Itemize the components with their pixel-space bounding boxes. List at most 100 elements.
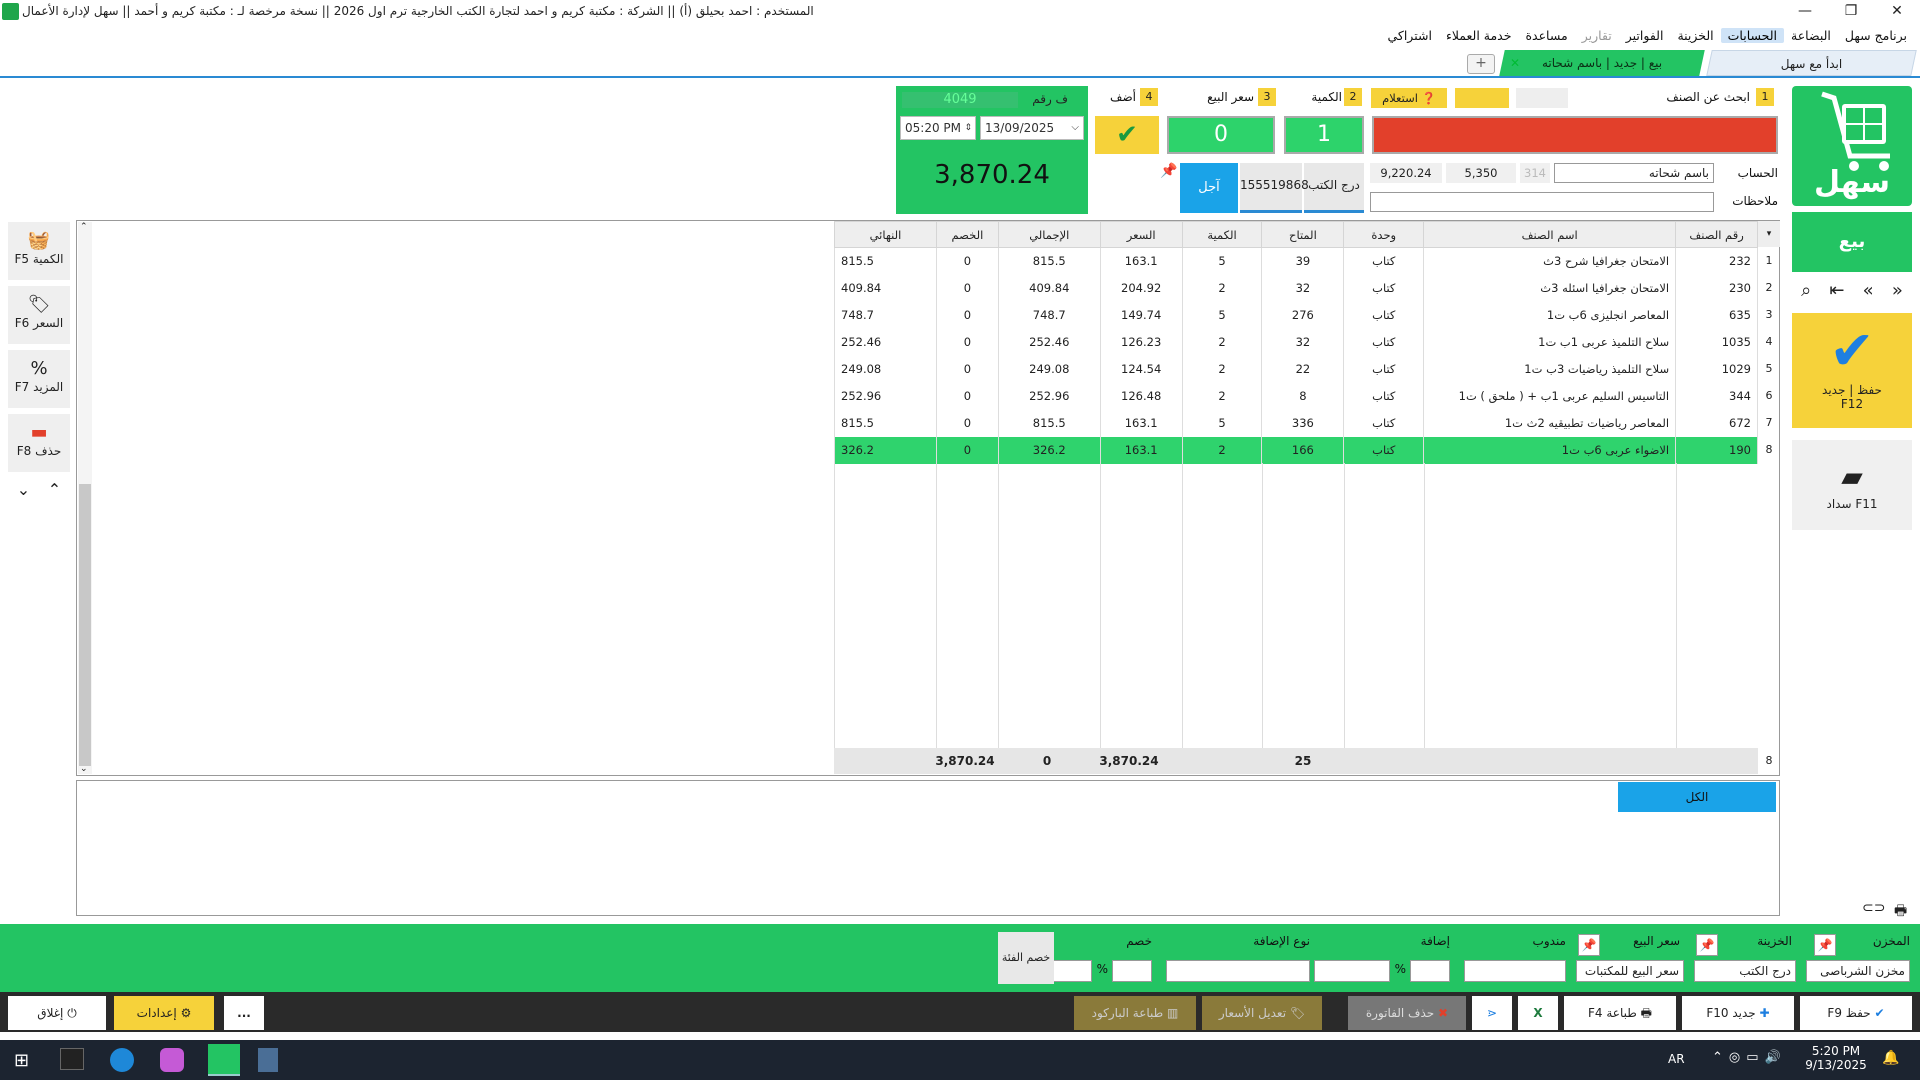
sale-price-select[interactable]: سعر البيع للمكتبات [1576, 960, 1684, 982]
edge-icon[interactable] [110, 1048, 134, 1072]
account-input[interactable]: باسم شحاته [1554, 163, 1714, 183]
cell-item-no[interactable]: 344 [1675, 382, 1758, 410]
cell-qty[interactable]: 2 [1181, 355, 1263, 383]
addition-input[interactable] [1410, 960, 1450, 982]
cell-available[interactable]: 39 [1261, 247, 1345, 275]
cell-total[interactable]: 815.5 [997, 409, 1101, 437]
cell-available[interactable]: 32 [1261, 328, 1345, 356]
menu-sahl[interactable]: برنامج سهل [1838, 28, 1914, 43]
table-row[interactable]: 344 التاسيس السليم عربى 1ب + ( ملحق ) ت1 ك… [834, 382, 1758, 410]
cell-discount[interactable]: 0 [935, 382, 999, 410]
menu-treasury[interactable]: الخزينة [1670, 28, 1720, 43]
cell-item-name[interactable]: الامتحان جغرافيا شرح 3ث [1423, 247, 1677, 275]
time-input[interactable]: 05:20 PM ⇕ [900, 116, 976, 140]
minimize-icon[interactable]: — [1782, 0, 1828, 24]
menu-goods[interactable]: البضاعة [1784, 28, 1838, 43]
add-item-button[interactable]: ✔ [1095, 116, 1159, 154]
pin-icon[interactable]: 📌 [1160, 163, 1177, 179]
next-record-icon[interactable]: » [1892, 280, 1903, 306]
cell-price[interactable]: 126.48 [1099, 382, 1183, 410]
cell-final[interactable]: 252.46 [834, 328, 937, 356]
cell-item-name[interactable]: سلاح التلميذ عربى 1ب ت1 [1423, 328, 1677, 356]
cell-discount[interactable]: 0 [935, 247, 999, 275]
addition-value-input[interactable] [1314, 960, 1390, 982]
col-price[interactable]: السعر [1099, 221, 1183, 248]
menu-subscription[interactable]: اشتراكي [1380, 28, 1438, 43]
language-indicator[interactable]: AR [1668, 1052, 1685, 1066]
drawer-button[interactable]: درج الكتب [1304, 163, 1364, 213]
col-item-name[interactable]: اسم الصنف [1423, 221, 1677, 248]
discount-input[interactable] [1112, 960, 1152, 982]
cell-unit[interactable]: كتاب [1343, 301, 1425, 329]
cell-qty[interactable]: 5 [1181, 409, 1263, 437]
cell-unit[interactable]: كتاب [1343, 274, 1425, 302]
payment-button[interactable]: ▰ سداد F11 [1792, 440, 1912, 530]
scroll-down-icon[interactable]: ⌄ [80, 764, 88, 774]
cell-item-no[interactable]: 672 [1675, 409, 1758, 437]
windows-start-icon[interactable]: ⊞ [14, 1050, 29, 1071]
inquiry-button[interactable]: ❓ استعلام [1371, 88, 1447, 108]
share-icon[interactable]: ⋖ [1472, 996, 1512, 1030]
pin-icon[interactable]: 📌 [1814, 934, 1836, 956]
cell-total[interactable]: 748.7 [997, 301, 1101, 329]
cell-total[interactable]: 252.46 [997, 328, 1101, 356]
cell-unit[interactable]: كتاب [1343, 436, 1425, 464]
cell-total[interactable]: 409.84 [997, 274, 1101, 302]
col-discount[interactable]: الخصم [935, 221, 999, 248]
cell-qty[interactable]: 2 [1181, 382, 1263, 410]
group-discount-button[interactable]: خصم الفئة [998, 932, 1054, 984]
cell-qty[interactable]: 5 [1181, 301, 1263, 329]
tool-quantity[interactable]: 🧺 الكمية F5 [8, 222, 70, 280]
cell-price[interactable]: 124.54 [1099, 355, 1183, 383]
cell-item-name[interactable]: سلاح التلميذ رياضيات 3ب ت1 [1423, 355, 1677, 383]
cell-final[interactable]: 249.08 [834, 355, 937, 383]
delete-invoice-button[interactable]: ✖ حذف الفاتورة [1348, 996, 1466, 1030]
cell-unit[interactable]: كتاب [1343, 409, 1425, 437]
cell-item-no[interactable]: 190 [1675, 436, 1758, 464]
cell-final[interactable]: 815.5 [834, 247, 937, 275]
cell-available[interactable]: 336 [1261, 409, 1345, 437]
cell-price[interactable]: 204.92 [1099, 274, 1183, 302]
search-mode-strip[interactable] [1455, 88, 1509, 108]
col-total[interactable]: الإجمالي [997, 221, 1101, 248]
cell-price[interactable]: 149.74 [1099, 301, 1183, 329]
code-button[interactable]: 155519868 [1240, 163, 1309, 213]
col-item-no[interactable]: رقم الصنف [1675, 221, 1758, 248]
cell-final[interactable]: 748.7 [834, 301, 937, 329]
table-row[interactable]: 635 المعاصر انجليزى 6ب ت1 كتاب 276 5 149.74 74… [834, 301, 1758, 329]
store-select[interactable]: مخزن الشرباصى [1806, 960, 1910, 982]
cell-unit[interactable]: كتاب [1343, 247, 1425, 275]
notification-icon[interactable]: 🔔 [1882, 1050, 1899, 1066]
cell-discount[interactable]: 0 [935, 301, 999, 329]
pin-icon[interactable]: 📌 [1696, 934, 1718, 956]
col-available[interactable]: المتاح [1261, 221, 1345, 248]
cell-available[interactable]: 166 [1261, 436, 1345, 464]
cell-discount[interactable]: 0 [935, 274, 999, 302]
scrollbar-thumb[interactable] [79, 484, 91, 766]
restore-icon[interactable]: ❐ [1828, 0, 1874, 24]
cell-final[interactable]: 815.5 [834, 409, 937, 437]
cell-discount[interactable]: 0 [935, 355, 999, 383]
search-icon[interactable]: ⌕ [1801, 280, 1811, 306]
print-barcode-button[interactable]: ▥ طباعة الباركود [1074, 996, 1196, 1030]
cell-item-name[interactable]: التاسيس السليم عربى 1ب + ( ملحق ) ت1 [1423, 382, 1677, 410]
previous-record-icon[interactable]: « [1863, 280, 1874, 306]
table-row[interactable]: 190 الاضواء عربى 6ب ت1 كتاب 166 2 163.1 326.2 0… [834, 436, 1758, 464]
cell-price[interactable]: 126.23 [1099, 328, 1183, 356]
cell-unit[interactable]: كتاب [1343, 382, 1425, 410]
scroll-up-icon[interactable]: ⌃ [80, 222, 88, 232]
grid-scrollbar[interactable]: ⌃ ⌄ [78, 222, 92, 774]
cell-item-name[interactable]: الاضواء عربى 6ب ت1 [1423, 436, 1677, 464]
cell-price[interactable]: 163.1 [1099, 409, 1183, 437]
quantity-input[interactable]: 1 [1284, 116, 1364, 154]
cell-total[interactable]: 815.5 [997, 247, 1101, 275]
new-button[interactable]: ✚ جديد F10 [1682, 996, 1794, 1030]
cell-item-name[interactable]: المعاصر رياضيات تطبيقيه 2ث ت1 [1423, 409, 1677, 437]
cell-discount[interactable]: 0 [935, 436, 999, 464]
calculator-icon[interactable] [258, 1048, 278, 1072]
menu-help[interactable]: مساعدة [1518, 28, 1574, 43]
cell-qty[interactable]: 5 [1181, 247, 1263, 275]
cell-qty[interactable]: 2 [1181, 274, 1263, 302]
print-button[interactable]: 🖶 طباعة F4 [1564, 996, 1676, 1030]
col-unit[interactable]: وحدة [1343, 221, 1425, 248]
